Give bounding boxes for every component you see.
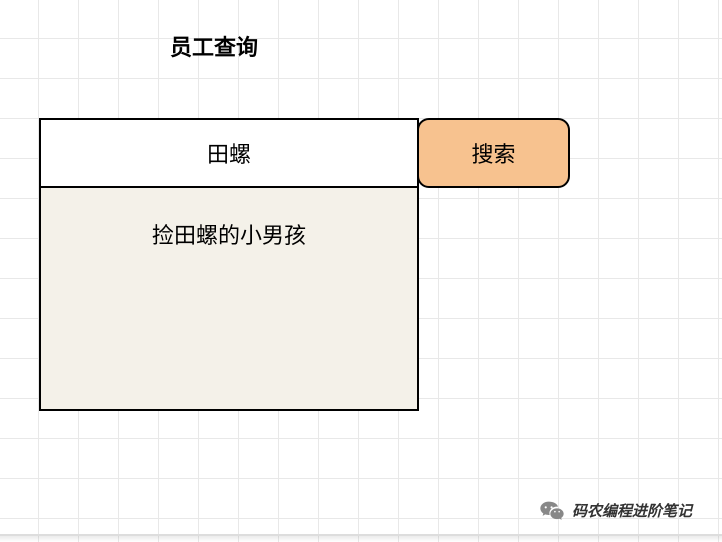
bottom-shadow bbox=[0, 536, 722, 542]
search-row: 田螺 搜索 bbox=[39, 118, 570, 188]
search-input[interactable]: 田螺 bbox=[39, 118, 419, 188]
wechat-icon bbox=[540, 498, 564, 522]
watermark: 码农编程进阶笔记 bbox=[540, 498, 692, 522]
watermark-text: 码农编程进阶笔记 bbox=[572, 500, 692, 521]
result-item[interactable]: 捡田螺的小男孩 bbox=[41, 218, 417, 250]
content-area: 员工查询 田螺 搜索 捡田螺的小男孩 码农编程进阶笔记 bbox=[0, 0, 722, 542]
search-button-label: 搜索 bbox=[471, 137, 515, 169]
search-button[interactable]: 搜索 bbox=[417, 118, 570, 188]
page-title: 员工查询 bbox=[170, 30, 258, 62]
results-panel: 捡田螺的小男孩 bbox=[39, 186, 419, 411]
search-input-value: 田螺 bbox=[207, 137, 251, 169]
